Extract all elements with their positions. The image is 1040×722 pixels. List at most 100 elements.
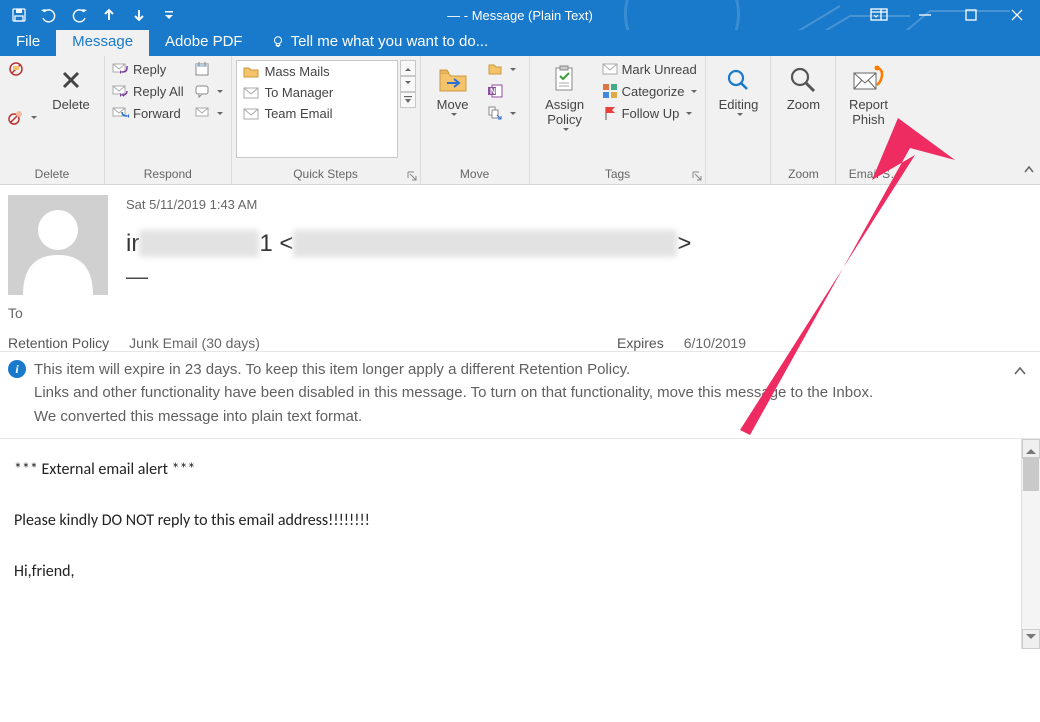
assign-policy-label: Assign Policy [545, 98, 584, 128]
find-icon [724, 66, 752, 94]
report-phish-button[interactable]: Report Phish [840, 60, 896, 132]
qat-save[interactable] [6, 3, 32, 27]
sender-avatar [8, 195, 108, 295]
group-label-move: Move [425, 165, 525, 184]
mark-unread-button[interactable]: Mark Unread [598, 60, 702, 78]
onenote-icon: N [487, 83, 503, 99]
info-icon: i [8, 360, 26, 378]
message-body-wrap: *** External email alert *** Please kind… [0, 439, 1040, 649]
actions-button[interactable] [483, 104, 520, 122]
ribbon-tabs: File Message Adobe PDF Tell me what you … [0, 30, 1040, 56]
ribbon-group-move: Move N Move [421, 56, 530, 184]
sender-redacted-1: xxxxxxxxxx [139, 230, 259, 257]
group-label-delete: Delete [4, 165, 100, 184]
lightbulb-icon [271, 35, 285, 49]
scroll-thumb[interactable] [1023, 457, 1039, 491]
quick-step-mass-mails[interactable]: Mass Mails [237, 61, 397, 82]
reply-all-button[interactable]: Reply All [109, 82, 188, 100]
group-label-zoom: Zoom [775, 165, 831, 184]
quick-steps-scroll-up[interactable] [400, 60, 416, 76]
ribbon-group-quick-steps: Mass Mails To Manager Team Email Quick S… [232, 56, 421, 184]
expires-value: 6/10/2019 [684, 335, 746, 351]
actions-icon [487, 105, 503, 121]
tell-me-placeholder: Tell me what you want to do... [291, 33, 489, 50]
ribbon: Delete Delete Reply Reply All Forward Re… [0, 56, 1040, 185]
retention-policy-label: Retention Policy [8, 335, 109, 351]
ribbon-group-editing: Editing [706, 56, 771, 184]
reply-button[interactable]: Reply [109, 60, 188, 78]
delete-button[interactable]: Delete [43, 60, 99, 117]
move-button[interactable]: Move [425, 60, 481, 123]
quick-steps-dialog-launcher[interactable] [406, 170, 418, 182]
scroll-down-arrow[interactable] [1022, 629, 1040, 649]
editing-button[interactable]: Editing [710, 60, 766, 123]
tab-adobe-pdf[interactable]: Adobe PDF [149, 29, 259, 56]
info-bar: i This item will expire in 23 days. To k… [0, 352, 1040, 439]
move-folder-icon [437, 66, 469, 94]
group-label-respond: Respond [109, 165, 227, 184]
window-close[interactable] [994, 0, 1040, 30]
envelope-icon [243, 107, 259, 121]
junk-button[interactable] [4, 108, 41, 126]
envelope-closed-icon [602, 62, 618, 76]
info-bar-collapse[interactable] [1008, 358, 1032, 389]
qat-customize[interactable] [156, 3, 182, 27]
more-respond-button[interactable] [190, 104, 227, 122]
decor-circle [624, 0, 740, 30]
assign-policy-button[interactable]: Assign Policy [534, 60, 596, 138]
scroll-up-arrow[interactable] [1022, 439, 1040, 459]
titlebar: — - Message (Plain Text) [0, 0, 1040, 30]
flag-icon [602, 105, 618, 121]
window-minimize[interactable] [902, 0, 948, 30]
svg-text:N: N [490, 87, 496, 96]
folder-icon [243, 65, 259, 79]
expires-label: Expires [617, 335, 664, 351]
qat-redo[interactable] [66, 3, 92, 27]
quick-steps-scroll-down[interactable] [400, 76, 416, 92]
body-vertical-scrollbar[interactable] [1021, 439, 1040, 649]
rules-button[interactable] [483, 60, 520, 78]
categorize-icon [602, 83, 618, 99]
categorize-button[interactable]: Categorize [598, 82, 702, 100]
follow-up-button[interactable]: Follow Up [598, 104, 702, 122]
folder-small-icon [487, 61, 503, 77]
message-header: Sat 5/11/2019 1:43 AM irxxxxxxxxxx1 <xxx… [0, 185, 1040, 352]
envelope-icon [243, 86, 259, 100]
window-maximize[interactable] [948, 0, 994, 30]
group-label-tags: Tags [534, 165, 702, 184]
qat-prev[interactable] [96, 3, 122, 27]
group-label-email-security: Email S… [840, 165, 910, 184]
magnifier-icon [788, 65, 818, 95]
group-label-quick-steps: Quick Steps [236, 165, 416, 184]
zoom-label: Zoom [787, 98, 820, 113]
ignore-button[interactable] [4, 60, 41, 78]
meeting-button[interactable] [190, 60, 227, 78]
qat-undo[interactable] [36, 3, 62, 27]
forward-button[interactable]: Forward [109, 104, 188, 122]
quick-steps-gallery[interactable]: Mass Mails To Manager Team Email [236, 60, 398, 158]
report-phish-icon [851, 65, 885, 95]
qat-next[interactable] [126, 3, 152, 27]
tags-dialog-launcher[interactable] [691, 170, 703, 182]
group-label-editing [710, 179, 766, 184]
info-text: This item will expire in 23 days. To kee… [34, 358, 873, 428]
quick-step-to-manager[interactable]: To Manager [237, 82, 397, 103]
ribbon-collapse[interactable] [1022, 163, 1036, 180]
sender-line: irxxxxxxxxxx1 <xxxxxxxxxxxxxxxxxxxxxxxxx… [126, 230, 1026, 258]
move-label: Move [437, 98, 469, 113]
message-body: *** External email alert *** Please kind… [0, 439, 1021, 649]
message-subject: — [126, 264, 1026, 290]
onenote-button[interactable]: N [483, 82, 520, 100]
im-button[interactable] [190, 82, 227, 100]
editing-label: Editing [719, 98, 759, 113]
ribbon-group-tags: Assign Policy Mark Unread Categorize Fol… [530, 56, 707, 184]
tell-me-search[interactable]: Tell me what you want to do... [259, 29, 501, 56]
assign-policy-icon [550, 65, 580, 95]
to-label: To [8, 305, 23, 321]
quick-step-team-email[interactable]: Team Email [237, 103, 397, 124]
ribbon-display-options[interactable] [856, 0, 902, 30]
tab-message[interactable]: Message [56, 29, 149, 56]
tab-file[interactable]: File [0, 29, 56, 56]
zoom-button[interactable]: Zoom [775, 60, 831, 117]
quick-steps-expand[interactable] [400, 92, 416, 108]
